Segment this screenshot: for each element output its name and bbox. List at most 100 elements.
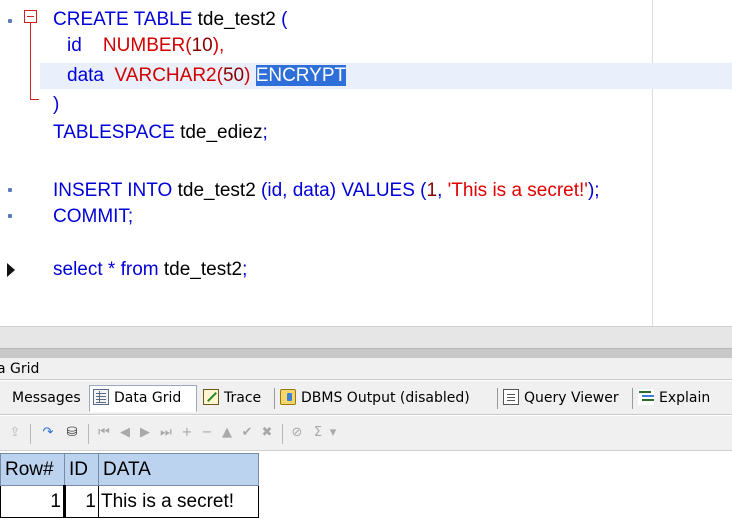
tab-trace[interactable]: Trace <box>199 385 273 412</box>
code-line-6: INSERT INTO tde_test2 (id, data) VALUES … <box>53 178 600 204</box>
editor-gutter <box>0 0 22 326</box>
code-line-1: CREATE TABLE tde_test2 ( <box>53 7 287 33</box>
tab-label: Explain <box>659 390 711 406</box>
panel-title-text: a Grid <box>0 361 40 377</box>
tab-label: Query Viewer <box>524 390 619 406</box>
number-literal: 50 <box>222 65 245 86</box>
identifier: tde_test2 <box>197 9 276 30</box>
data-grid[interactable]: Row# ID DATA 1 1 This is a secret! <box>0 451 732 532</box>
id-cell[interactable]: 1 <box>64 485 99 518</box>
row-number-cell[interactable]: 1 <box>0 485 66 518</box>
keyword: select <box>53 259 103 280</box>
punctuation: ); <box>587 180 600 201</box>
tab-label: Data Grid <box>114 390 182 406</box>
tab-messages[interactable]: Messages <box>8 385 89 412</box>
cancel-edit-button[interactable]: ✖ <box>259 424 275 442</box>
punctuation: ; <box>242 259 248 280</box>
tab-separator <box>632 388 633 409</box>
column-header-rownum[interactable]: Row# <box>0 453 65 486</box>
punctuation: ) <box>53 94 60 115</box>
keyword: CREATE TABLE <box>53 9 193 30</box>
right-margin-guide <box>652 0 653 326</box>
keyword: from <box>120 259 159 280</box>
identifier: tde_test2 <box>177 180 256 201</box>
code-fold-toggle-icon[interactable] <box>24 10 37 23</box>
next-record-button[interactable]: ▶ <box>137 424 153 442</box>
insert-record-button[interactable]: + <box>179 424 195 442</box>
post-edit-button[interactable]: ✔ <box>239 424 255 442</box>
clear-filter-icon[interactable]: ⊘ <box>288 424 306 442</box>
punctuation: * <box>107 259 116 280</box>
code-line-4: ) <box>53 92 59 118</box>
keyword: VALUES <box>341 180 415 201</box>
identifier: tde_test2 <box>163 259 243 280</box>
tab-label: Messages <box>12 390 81 406</box>
lookup-icon[interactable]: ⛁ <box>62 424 82 442</box>
column-name: data <box>67 65 104 86</box>
statement-marker-dot <box>8 188 12 192</box>
tab-separator <box>497 388 498 409</box>
sum-icon[interactable]: Σ <box>310 424 326 442</box>
code-line-7: COMMIT; <box>53 204 133 230</box>
statement-marker-dot <box>8 19 12 23</box>
code-line-2: id NUMBER(10), <box>67 33 224 59</box>
last-record-button[interactable]: ⏭ <box>157 424 175 442</box>
punctuation: ( <box>281 9 288 30</box>
toolbar-separator <box>88 424 89 444</box>
tab-explain[interactable]: Explain <box>634 385 730 412</box>
column-header-id[interactable]: ID <box>64 453 99 486</box>
datatype: NUMBER <box>102 35 186 56</box>
header-row: Row# ID DATA <box>0 453 259 486</box>
grid-toolbar: ⇪ ↷ ⛁ ⏮ ◀ ▶ ⏭ + − ▲ ✔ ✖ ⊘ Σ ▾ <box>0 416 732 451</box>
panel-splitter[interactable] <box>0 348 732 358</box>
results-tab-bar: Messages Data Grid Trace DBMS Output (di… <box>0 381 732 415</box>
data-cell[interactable]: This is a secret! <box>98 485 259 518</box>
tab-separator <box>274 388 275 409</box>
dbms-output-icon <box>280 389 296 405</box>
punctuation: , <box>437 180 443 201</box>
code-line-5: TABLESPACE tde_ediez; <box>53 120 268 146</box>
toolbar-separator <box>282 424 283 444</box>
code-line-3: data VARCHAR2(50) ENCRYPT <box>67 63 347 89</box>
tab-query-viewer[interactable]: Query Viewer <box>499 385 631 412</box>
chevron-down-icon[interactable]: ▾ <box>328 424 338 442</box>
result-table: Row# ID DATA 1 1 This is a secret! <box>0 453 259 518</box>
first-record-button[interactable]: ⏮ <box>95 424 113 442</box>
tab-dbms-output[interactable]: DBMS Output (disabled) <box>276 385 496 412</box>
code-line-8: select * from tde_test2; <box>53 257 247 283</box>
selected-text[interactable]: ENCRYPT <box>255 65 347 86</box>
toolbar-separator <box>30 424 31 444</box>
column-name: id <box>67 35 82 56</box>
punctuation: ) <box>244 65 251 86</box>
table-row[interactable]: 1 1 This is a secret! <box>0 485 259 518</box>
edit-record-button[interactable]: ▲ <box>219 424 235 442</box>
results-panel-title: a Grid <box>0 358 732 380</box>
punctuation: ; <box>262 122 268 143</box>
punctuation: ), <box>212 35 225 56</box>
current-statement-arrow-icon <box>7 263 15 277</box>
column-list: (id, data) <box>261 180 337 201</box>
column-header-data[interactable]: DATA <box>98 453 259 486</box>
delete-record-button[interactable]: − <box>199 424 215 442</box>
identifier: tde_ediez <box>180 122 263 143</box>
sql-editor[interactable]: CREATE TABLE tde_test2 ( id NUMBER(10), … <box>0 0 732 326</box>
export-icon[interactable]: ⇪ <box>6 424 24 442</box>
fold-range-end <box>30 99 39 100</box>
refresh-icon[interactable]: ↷ <box>38 424 58 442</box>
tab-label: Trace <box>224 390 262 406</box>
tab-label: DBMS Output (disabled) <box>301 390 470 406</box>
explain-plan-icon <box>638 389 654 405</box>
trace-icon <box>203 389 219 405</box>
string-literal: 'This is a secret!' <box>447 180 588 201</box>
number-literal: 10 <box>191 35 213 56</box>
previous-record-button[interactable]: ◀ <box>117 424 133 442</box>
fold-range-line <box>30 23 31 100</box>
editor-horizontal-scrollbar[interactable] <box>0 326 732 348</box>
number-literal: 1 <box>426 180 438 201</box>
grid-icon <box>93 389 109 405</box>
keyword: COMMIT; <box>53 206 134 227</box>
tab-data-grid[interactable]: Data Grid <box>89 385 197 412</box>
datatype: VARCHAR2 <box>114 65 217 86</box>
query-viewer-icon <box>503 389 519 405</box>
statement-marker-dot <box>8 214 12 218</box>
